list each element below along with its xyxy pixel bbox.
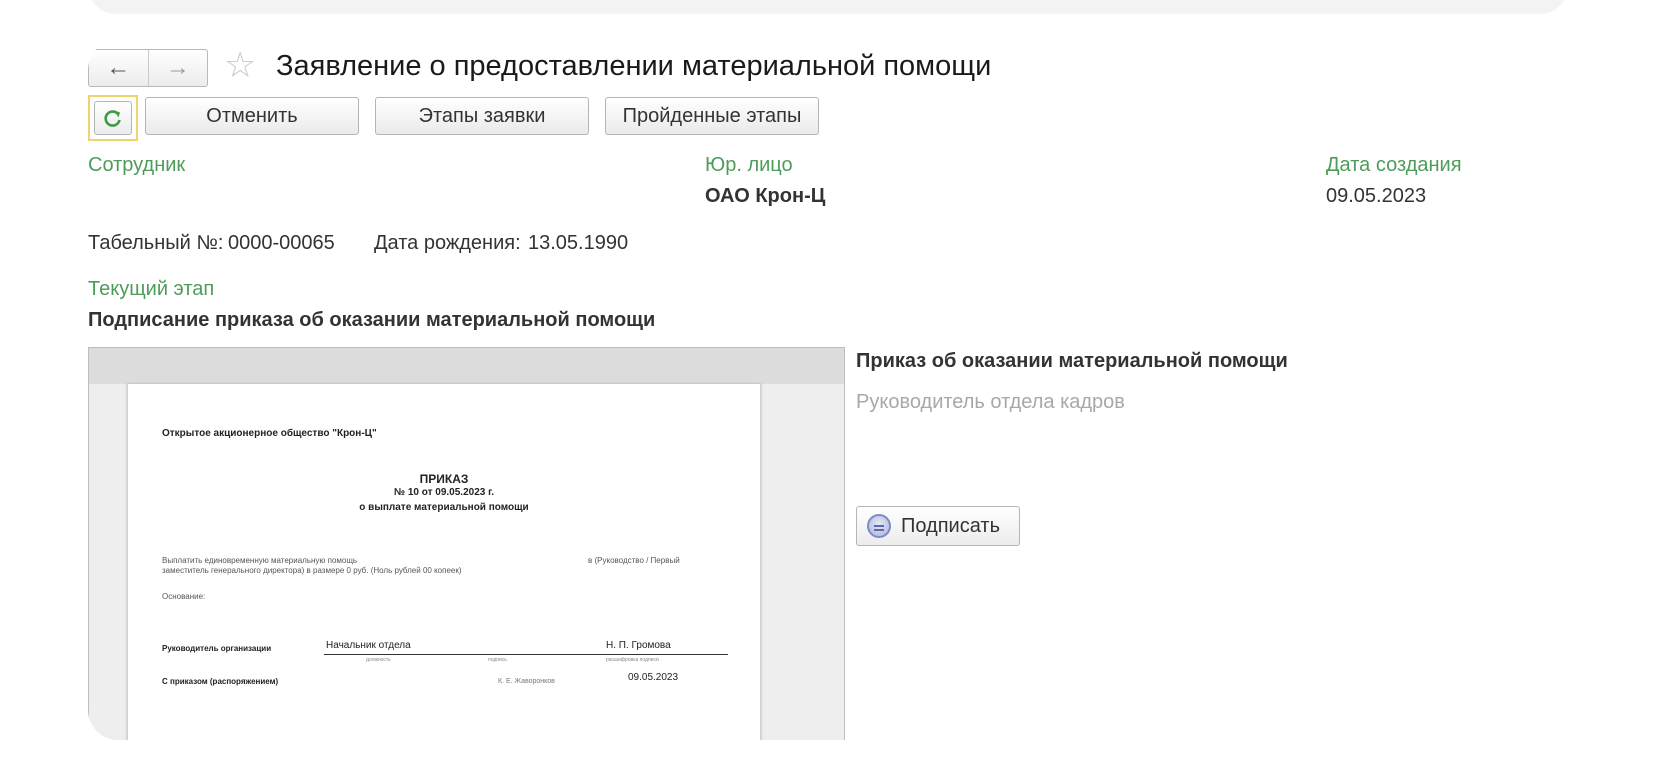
- personnel-number-label: Табельный №:: [88, 232, 224, 254]
- employee-label: Сотрудник: [88, 154, 186, 176]
- doc-body-line1: Выплатить единовременную материальную по…: [162, 556, 358, 565]
- forward-button[interactable]: →: [147, 50, 208, 86]
- sign-button-label: Подписать: [901, 514, 1000, 537]
- birth-date-value: 13.05.1990: [528, 232, 629, 254]
- created-date-value: 09.05.2023: [1326, 185, 1427, 207]
- star-icon[interactable]: ☆: [224, 45, 256, 85]
- refresh-button[interactable]: [88, 95, 138, 141]
- cancel-button[interactable]: Отменить: [145, 97, 359, 135]
- doc-head-position: Начальник отдела: [326, 640, 411, 651]
- sign-icon: [867, 514, 891, 538]
- arrow-right-icon: →: [165, 54, 190, 81]
- passed-stages-button[interactable]: Пройденные этапы: [605, 97, 819, 135]
- birth-date-label: Дата рождения:: [374, 232, 521, 254]
- doc-caption-signature: подпись: [488, 657, 507, 663]
- doc-company: Открытое акционерное общество "Крон-Ц": [162, 428, 377, 439]
- doc-caption-decoding: расшифровка подписи: [606, 657, 659, 663]
- doc-number: № 10 от 09.05.2023 г.: [393, 487, 495, 498]
- stages-button[interactable]: Этапы заявки: [375, 97, 589, 135]
- top-panel: [88, 0, 1568, 14]
- navigation-buttons: ← →: [88, 49, 208, 87]
- current-stage-value: Подписание приказа об оказании материаль…: [88, 309, 656, 331]
- doc-head-name: Н. П. Громова: [606, 640, 671, 651]
- doc-acquainted-label: С приказом (распоряжением): [162, 677, 279, 686]
- refresh-icon: [104, 110, 121, 127]
- doc-basis: Основание:: [162, 592, 206, 601]
- order-title: Приказ об оказании материальной помощи: [856, 350, 1288, 372]
- legal-entity-label: Юр. лицо: [705, 154, 793, 176]
- created-date-label: Дата создания: [1326, 154, 1462, 176]
- doc-acquainted-name: К. Е. Жаворонков: [498, 678, 555, 685]
- current-stage-label: Текущий этап: [88, 278, 215, 300]
- doc-caption-position: должность: [366, 657, 391, 663]
- preview-header: [89, 348, 844, 384]
- back-button[interactable]: ←: [89, 50, 148, 86]
- doc-signature-line: [324, 654, 728, 655]
- doc-subject: о выплате материальной помощи: [359, 502, 529, 513]
- personnel-number-value: 0000-00065: [228, 232, 335, 254]
- doc-acquainted-date: 09.05.2023: [628, 672, 679, 683]
- page-title: Заявление о предоставлении материальной …: [276, 50, 992, 82]
- document-preview[interactable]: Открытое акционерное общество "Крон-Ц" П…: [88, 347, 845, 740]
- doc-body-line2: заместитель генерального директора) в ра…: [162, 566, 462, 575]
- arrow-left-icon: ←: [106, 54, 131, 81]
- signer-role: Руководитель отдела кадров: [856, 391, 1125, 413]
- doc-head-label: Руководитель организации: [162, 644, 272, 653]
- doc-body-line1-right: в (Руководство / Первый: [588, 556, 680, 565]
- document-sheet: Открытое акционерное общество "Крон-Ц" П…: [127, 384, 761, 740]
- form-window: ← → ☆ Заявление о предоставлении материа…: [88, 40, 1568, 740]
- doc-heading: ПРИКАЗ: [419, 472, 469, 486]
- legal-entity-value[interactable]: ОАО Крон-Ц: [705, 185, 825, 208]
- sign-button[interactable]: Подписать: [856, 506, 1020, 546]
